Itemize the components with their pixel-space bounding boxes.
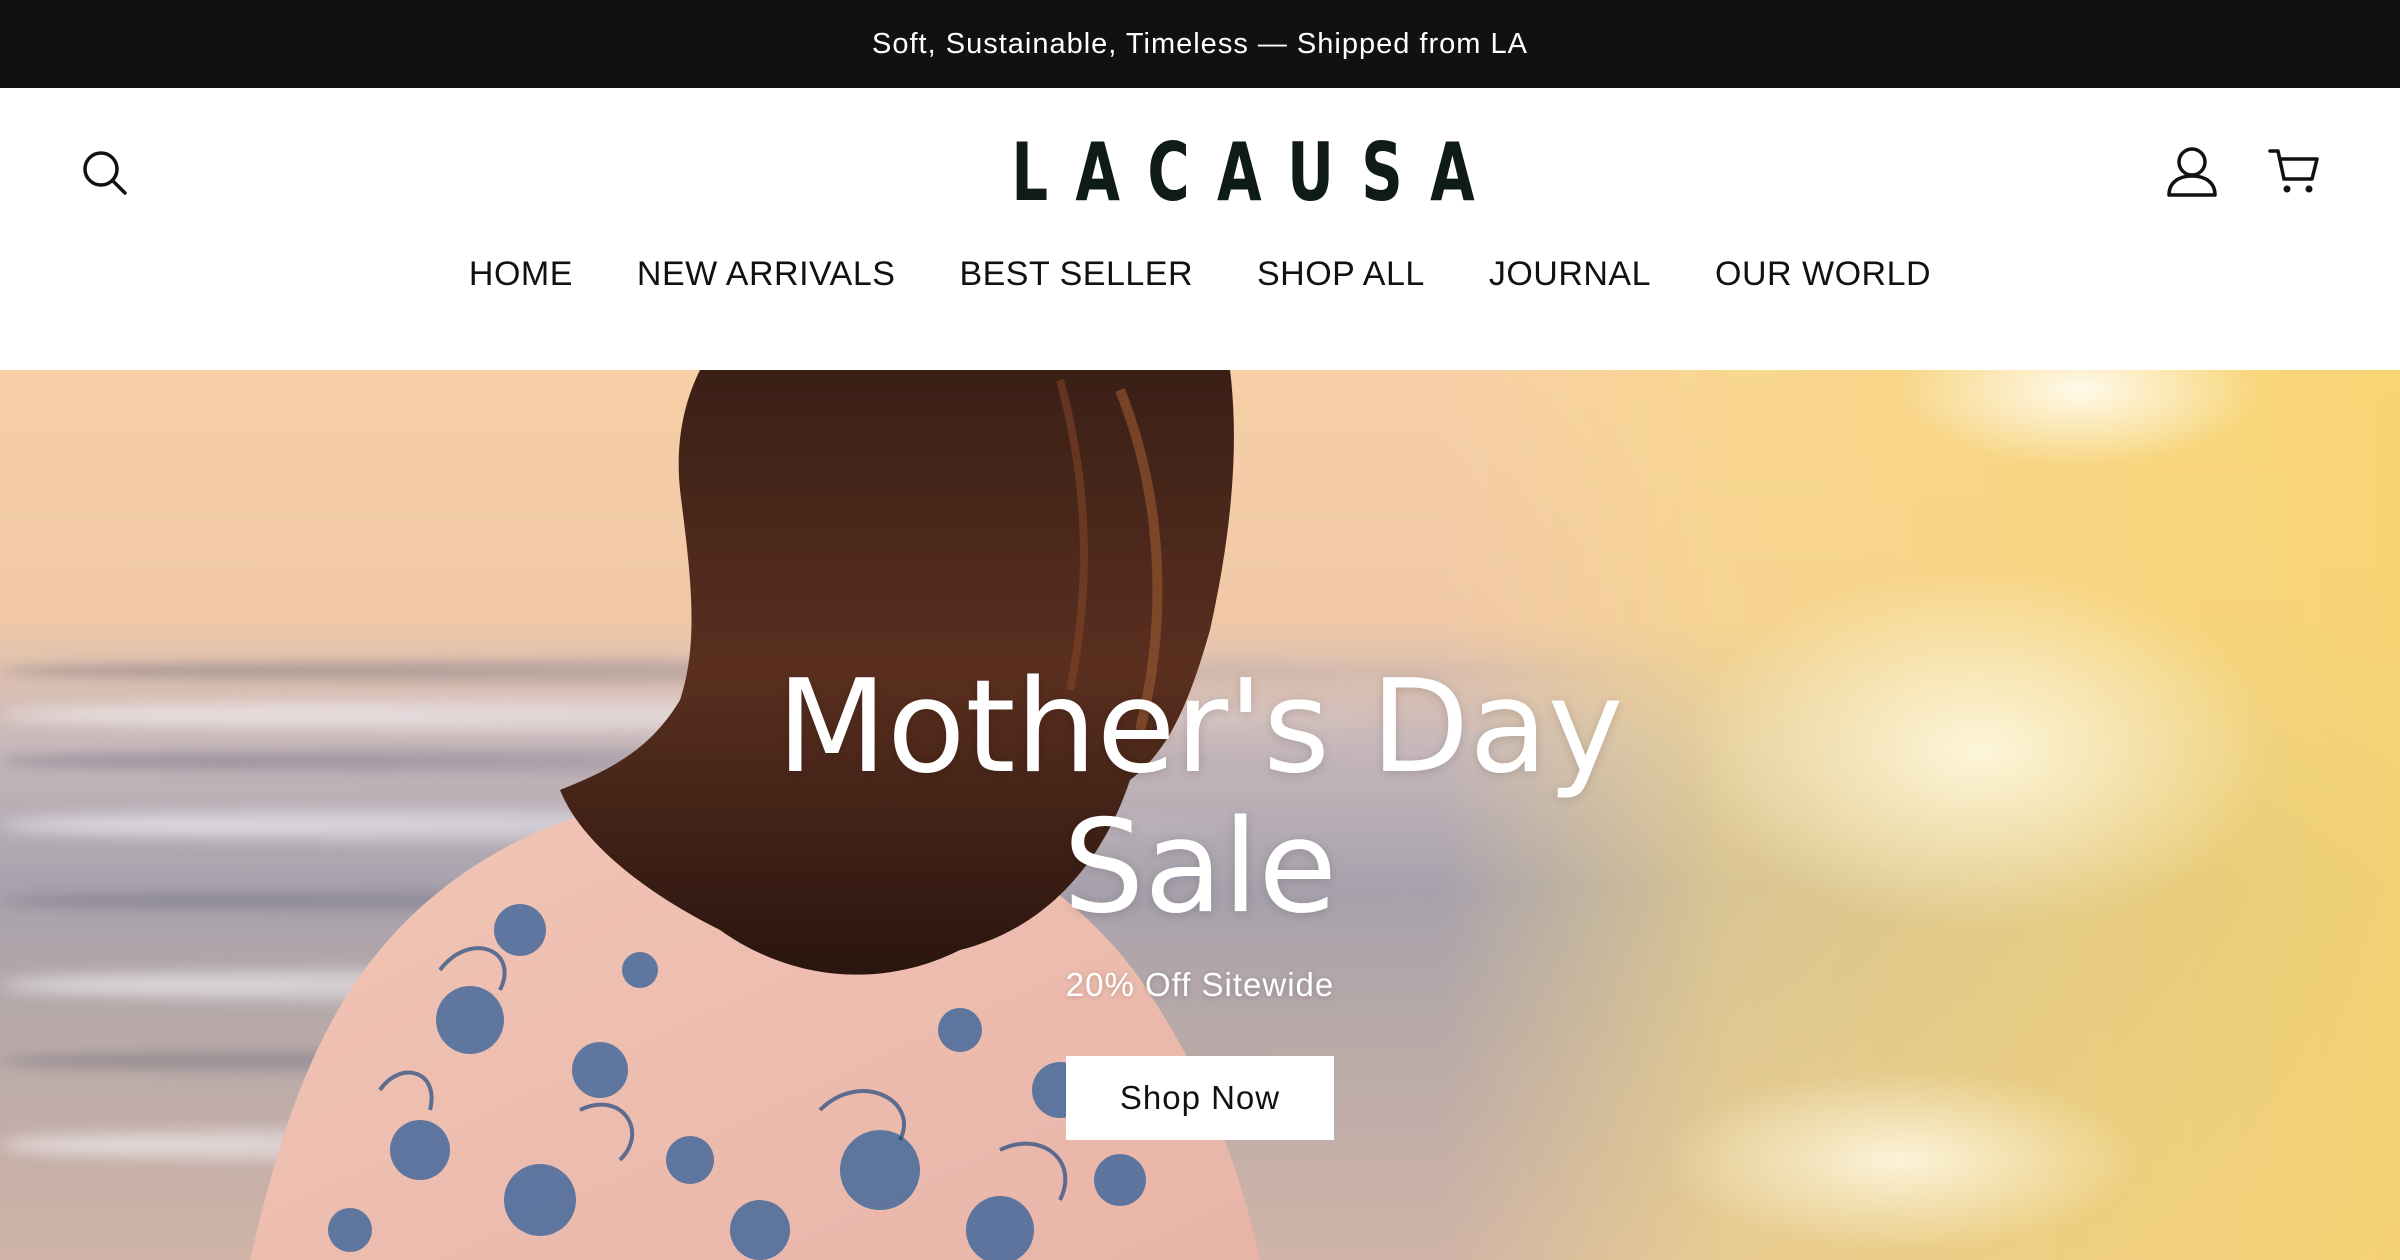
site-header: LACAUSA HOME NEW ARRIVALS BEST SELLER SH… [0, 88, 2400, 370]
nav-item-shop-all[interactable]: SHOP ALL [1257, 255, 1425, 294]
search-icon [83, 151, 127, 195]
hero-subtitle: 20% Off Sitewide [1065, 966, 1335, 1003]
cart-icon [2268, 149, 2319, 193]
hero-banner: Mother's Day Sale 20% Off Sitewide Shop … [0, 370, 2400, 1260]
main-nav: HOME NEW ARRIVALS BEST SELLER SHOP ALL J… [0, 246, 2400, 302]
nav-item-home[interactable]: HOME [469, 255, 573, 294]
shop-now-button[interactable]: Shop Now [1066, 1056, 1334, 1140]
user-icon [2167, 147, 2217, 197]
nav-item-our-world[interactable]: OUR WORLD [1715, 255, 1931, 294]
hero-title-line2: Sale [1063, 793, 1337, 942]
search-button[interactable] [76, 144, 134, 202]
nav-item-best-seller[interactable]: BEST SELLER [959, 255, 1193, 294]
announcement-text: Soft, Sustainable, Timeless — Shipped fr… [872, 27, 1528, 60]
cart-button[interactable] [2264, 142, 2324, 202]
nav-item-journal[interactable]: JOURNAL [1489, 255, 1651, 294]
hero-title: Mother's Day Sale [600, 658, 1800, 938]
site-logo[interactable]: LACAUSA [984, 128, 1474, 218]
account-button[interactable] [2162, 142, 2222, 202]
hero-content: Mother's Day Sale 20% Off Sitewide Shop … [0, 370, 2400, 1260]
hero-title-line1: Mother's Day [776, 653, 1624, 802]
nav-item-new-arrivals[interactable]: NEW ARRIVALS [637, 255, 896, 294]
announcement-bar: Soft, Sustainable, Timeless — Shipped fr… [0, 0, 2400, 88]
